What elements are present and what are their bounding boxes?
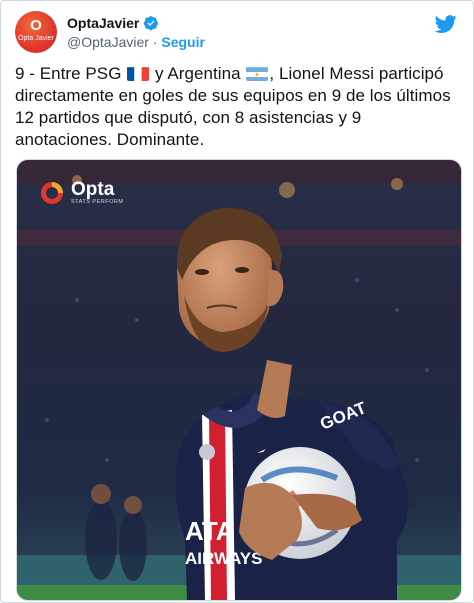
separator-dot: · [152,34,158,50]
shirt-text-2: AIRWAYS [185,549,262,568]
argentina-flag-icon [246,66,269,81]
opta-logo-icon [41,182,64,204]
psg-crest-icon [199,444,215,460]
tweet-text-part-2: y Argentina [150,64,241,83]
opta-logo-word: Opta [71,179,115,200]
messi-photo: GOAT ATA AIRWAYS [17,160,461,600]
tweet-photo[interactable]: GOAT ATA AIRWAYS Opta STATS PERFORM [16,159,462,601]
france-flag-icon [127,66,150,81]
avatar-caption: Opta Javier [18,35,54,42]
tweet-header: O Opta Javier OptaJavier @OptaJavier · S… [15,11,459,55]
follow-button[interactable]: Seguir [161,34,205,50]
verified-badge-icon [144,16,159,31]
tweet-card: O Opta Javier OptaJavier @OptaJavier · S… [0,0,474,603]
twitter-bird-icon[interactable] [435,13,457,35]
avatar[interactable]: O Opta Javier [15,11,57,53]
author-handle[interactable]: @OptaJavier [67,34,149,50]
author-info: OptaJavier @OptaJavier · Seguir [67,14,205,52]
opta-logo-sub: STATS PERFORM [71,199,124,205]
shirt-text-1: ATA [185,516,235,546]
opta-logo: Opta STATS PERFORM [39,180,123,206]
display-name[interactable]: OptaJavier [67,14,139,32]
avatar-letter: O [30,17,42,34]
tweet-text: 9 - Entre PSG y Argentina , Lionel Messi… [15,63,463,151]
tweet-text-part-1: 9 - Entre PSG [15,64,122,83]
